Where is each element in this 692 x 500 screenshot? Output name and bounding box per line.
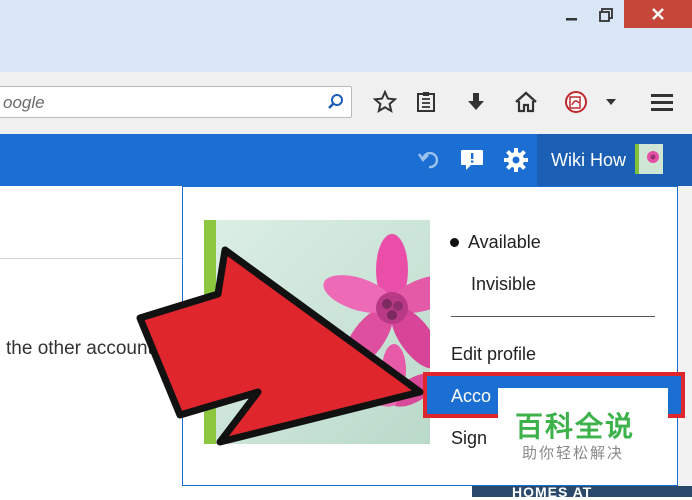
watermark-title: 百科全说 [515, 411, 636, 442]
pointer-arrow-shape [136, 246, 424, 446]
watermark-subtitle: 助你轻松解决 [522, 445, 625, 462]
